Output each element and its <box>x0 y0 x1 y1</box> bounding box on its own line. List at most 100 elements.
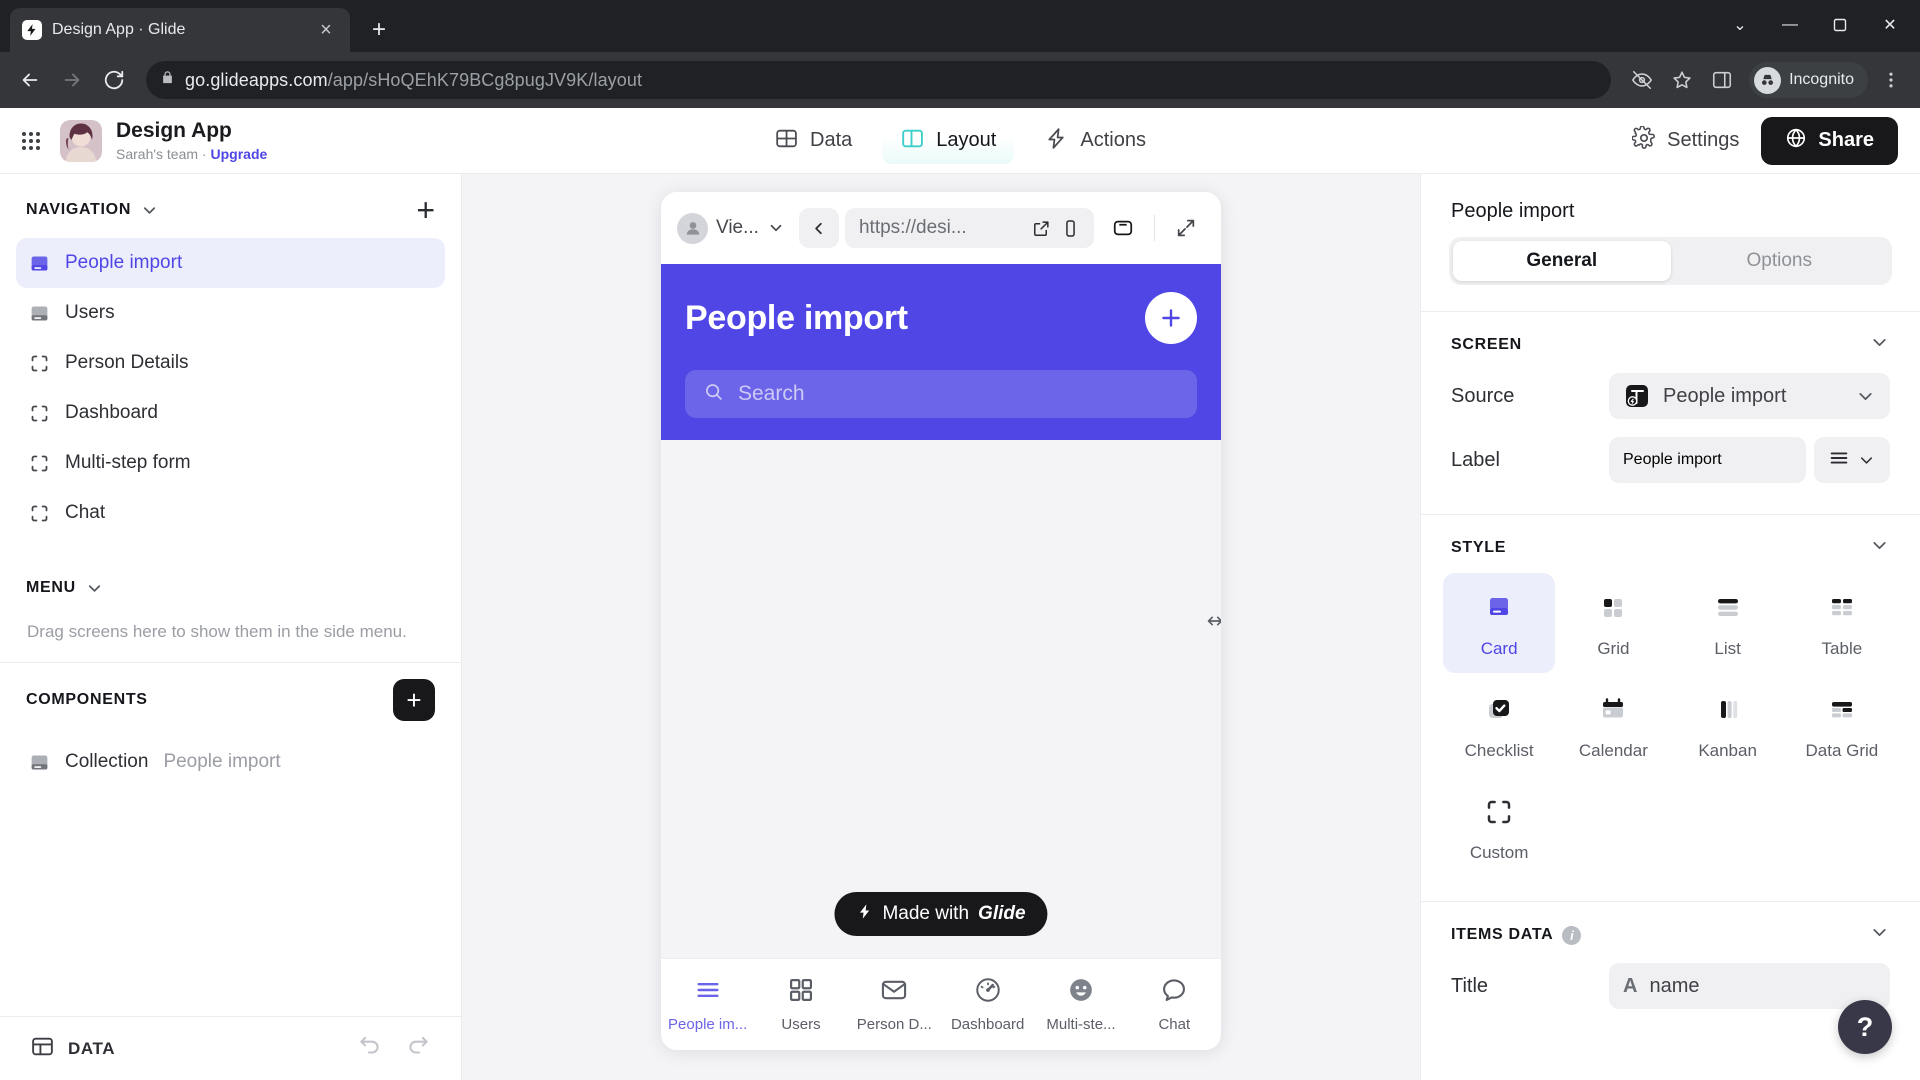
hide-tracking-icon[interactable] <box>1625 63 1659 97</box>
chevron-down-icon[interactable]: ⌄ <box>1718 8 1762 42</box>
app-identity: Design App Sarah's team · Upgrade <box>116 119 267 162</box>
avatar[interactable] <box>60 119 102 162</box>
mobile-device-icon[interactable] <box>1061 219 1080 238</box>
undo-icon[interactable] <box>357 1033 383 1064</box>
tab-options[interactable]: Options <box>1671 241 1889 281</box>
viewer-selector[interactable]: Vie... <box>677 212 785 244</box>
settings-button[interactable]: Settings <box>1631 124 1739 156</box>
expand-icon[interactable] <box>1167 209 1205 247</box>
custom-screen-icon <box>28 452 50 474</box>
layout-panels-icon <box>900 126 925 156</box>
chevron-down-icon <box>1855 386 1876 407</box>
title-column-select[interactable]: A name <box>1609 963 1890 1009</box>
source-select[interactable]: People import <box>1609 373 1890 419</box>
data-table-icon[interactable] <box>30 1034 55 1064</box>
preview-tab-dashboard[interactable]: Dashboard <box>941 976 1034 1033</box>
style-option-kanban[interactable]: Kanban <box>1672 675 1784 775</box>
gear-icon <box>1631 124 1656 156</box>
preview-tab-chat[interactable]: Chat <box>1128 976 1221 1033</box>
preview-tab-multi-step-form[interactable]: Multi-ste... <box>1034 976 1127 1033</box>
chevron-down-icon[interactable] <box>1869 535 1890 561</box>
style-option-data-grid[interactable]: Data Grid <box>1786 675 1898 775</box>
browser-window: Design App · Glide × + ⌄ — ✕ go.glideapp… <box>0 0 1920 1080</box>
preview-tab-label: Dashboard <box>950 1016 1025 1033</box>
preview-address-group: https://desi... <box>798 208 1094 248</box>
info-icon[interactable]: i <box>1562 925 1582 945</box>
add-component-button[interactable]: + <box>393 679 435 721</box>
sidebar-item-people-import[interactable]: People import <box>16 238 445 288</box>
list-item[interactable]: Collection People import <box>16 737 445 787</box>
maximize-icon[interactable] <box>1818 8 1862 42</box>
sidebar-item-dashboard[interactable]: Dashboard <box>16 388 445 438</box>
left-sidebar: NAVIGATION + People import Users Person … <box>0 174 462 1080</box>
source-label: Source <box>1451 384 1515 407</box>
history-controls <box>357 1033 431 1064</box>
back-icon[interactable] <box>12 62 48 98</box>
close-icon[interactable]: × <box>314 19 338 42</box>
component-source: People import <box>163 751 281 772</box>
made-with-glide-badge[interactable]: Made with Glide <box>834 892 1048 936</box>
style-option-calendar[interactable]: Calendar <box>1557 675 1669 775</box>
side-panel-icon[interactable] <box>1705 63 1739 97</box>
window-close-icon[interactable]: ✕ <box>1868 8 1912 42</box>
tab-data-label: Data <box>810 129 853 151</box>
chevron-down-icon[interactable] <box>85 579 104 598</box>
divider <box>1154 215 1155 241</box>
sidebar-item-person-details[interactable]: Person Details <box>16 338 445 388</box>
label-field-group: People import <box>1609 437 1890 483</box>
style-option-grid[interactable]: Grid <box>1557 573 1669 673</box>
chevron-down-icon[interactable] <box>1869 332 1890 358</box>
chevron-down-icon[interactable] <box>1869 922 1890 948</box>
bookmark-star-icon[interactable] <box>1665 63 1699 97</box>
new-tab-button[interactable]: + <box>362 13 396 47</box>
add-item-button[interactable] <box>1145 292 1197 344</box>
style-option-custom[interactable]: Custom <box>1443 777 1555 877</box>
device-frame-icon[interactable] <box>1104 209 1142 247</box>
preview-resize-handle[interactable] <box>1204 591 1221 651</box>
right-panel: People import General Options SCREEN Sou… <box>1420 174 1920 1080</box>
preview-url-field[interactable]: https://desi... <box>844 208 1094 248</box>
style-option-card[interactable]: Card <box>1443 573 1556 673</box>
redo-icon[interactable] <box>405 1033 431 1064</box>
label-input[interactable]: People import <box>1609 437 1806 483</box>
minimize-icon[interactable]: — <box>1768 8 1812 42</box>
tab-data[interactable]: Data <box>756 118 870 164</box>
style-option-table[interactable]: Table <box>1786 573 1898 673</box>
back-chevron-icon[interactable] <box>798 208 839 248</box>
glide-bolt-icon <box>22 20 42 40</box>
chevron-down-icon[interactable] <box>140 201 159 220</box>
search-input[interactable]: Search <box>685 370 1197 418</box>
menu-section-header: MENU <box>16 560 445 616</box>
card-style-icon <box>1484 591 1514 625</box>
preview-screen-header: People import Search <box>661 264 1221 440</box>
profile-incognito-button[interactable]: Incognito <box>1749 62 1868 98</box>
tab-layout[interactable]: Layout <box>882 117 1015 164</box>
style-option-checklist[interactable]: Checklist <box>1443 675 1555 775</box>
browser-tab[interactable]: Design App · Glide × <box>10 8 350 52</box>
share-button[interactable]: Share <box>1761 116 1898 165</box>
sidebar-item-multi-step-form[interactable]: Multi-step form <box>16 438 445 488</box>
data-button-label[interactable]: DATA <box>68 1039 115 1059</box>
upgrade-link[interactable]: Upgrade <box>211 146 268 162</box>
apps-grid-icon[interactable] <box>22 131 40 150</box>
forward-icon[interactable] <box>54 62 90 98</box>
url-bar[interactable]: go.glideapps.com/app/sHoQEhK79BCg8pugJV9… <box>146 61 1612 99</box>
tab-actions[interactable]: Actions <box>1026 118 1164 164</box>
url-domain: go.glideapps.com <box>185 69 328 90</box>
tab-general[interactable]: General <box>1453 241 1671 281</box>
preview-tab-person-details[interactable]: Person D... <box>848 976 941 1033</box>
label-format-button[interactable] <box>1814 437 1890 483</box>
url-path: /app/sHoQEhK79BCg8pugJV9K/layout <box>327 69 643 90</box>
reload-icon[interactable] <box>96 62 132 98</box>
help-button[interactable]: ? <box>1838 1000 1892 1054</box>
sidebar-item-users[interactable]: Users <box>16 288 445 338</box>
style-option-list[interactable]: List <box>1672 573 1784 673</box>
open-in-new-icon[interactable] <box>1032 219 1051 238</box>
add-screen-button[interactable]: + <box>416 194 435 226</box>
browser-menu-icon[interactable] <box>1874 63 1908 97</box>
sidebar-item-chat[interactable]: Chat <box>16 488 445 538</box>
incognito-avatar-icon <box>1754 66 1782 94</box>
preview-tab-users[interactable]: Users <box>754 976 847 1033</box>
preview-tab-people-import[interactable]: People im... <box>661 976 754 1033</box>
menu-empty-hint: Drag screens here to show them in the si… <box>27 622 407 641</box>
